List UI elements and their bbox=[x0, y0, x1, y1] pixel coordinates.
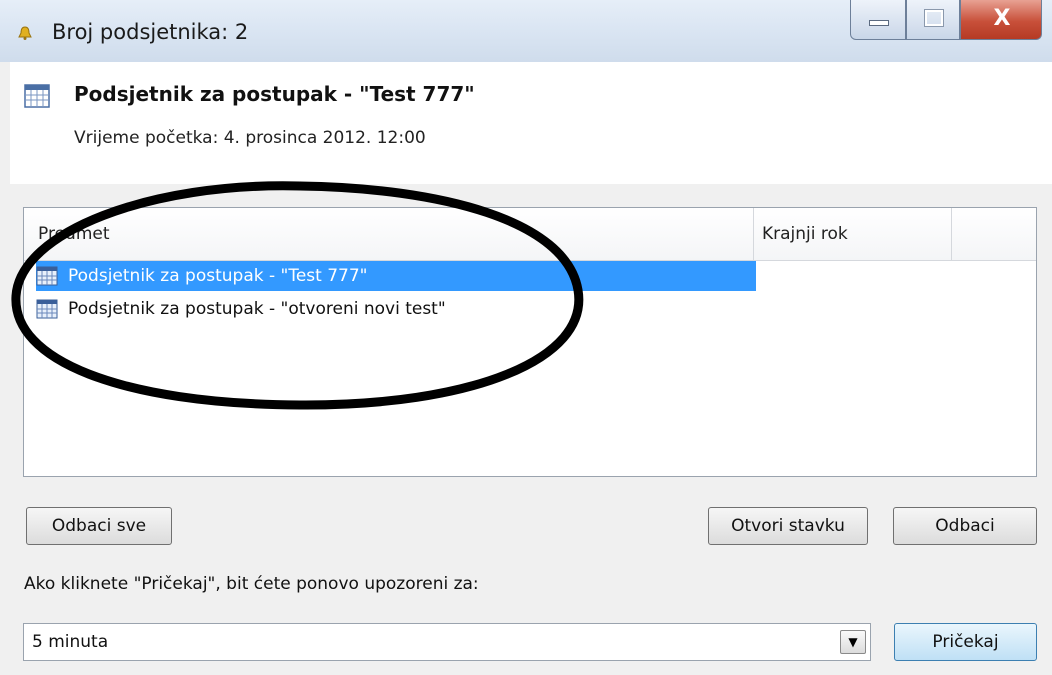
calendar-icon bbox=[36, 299, 58, 319]
calendar-icon bbox=[24, 84, 50, 108]
snooze-duration-select[interactable]: 5 minuta ▼ bbox=[23, 623, 871, 661]
reminder-title: Podsjetnik za postupak - "Test 777" bbox=[74, 82, 475, 106]
reminder-header: Podsjetnik za postupak - "Test 777" Vrij… bbox=[10, 62, 1052, 184]
start-time: Vrijeme početka: 4. prosinca 2012. 12:00 bbox=[74, 128, 426, 148]
bell-icon bbox=[18, 26, 32, 40]
open-item-button[interactable]: Otvori stavku bbox=[708, 507, 868, 545]
dismiss-all-button[interactable]: Odbaci sve bbox=[26, 507, 172, 545]
minimize-button[interactable] bbox=[850, 0, 906, 40]
reminder-list[interactable]: Predmet Krajnji rok Podsjetnik za postup… bbox=[23, 207, 1037, 477]
window-title: Broj podsjetnika: 2 bbox=[52, 20, 249, 44]
list-item-subject: Podsjetnik za postupak - "Test 777" bbox=[68, 266, 368, 286]
column-due[interactable]: Krajnji rok bbox=[754, 208, 952, 260]
list-item[interactable]: Podsjetnik za postupak - "Test 777" bbox=[36, 261, 756, 291]
list-item-subject: Podsjetnik za postupak - "otvoreni novi … bbox=[68, 299, 446, 319]
list-item[interactable]: Podsjetnik za postupak - "otvoreni novi … bbox=[36, 294, 756, 324]
column-subject[interactable]: Predmet bbox=[24, 208, 754, 260]
snooze-duration-value: 5 minuta bbox=[32, 632, 109, 652]
maximize-icon bbox=[924, 9, 944, 27]
dismiss-button[interactable]: Odbaci bbox=[893, 507, 1037, 545]
reminder-window: Broj podsjetnika: 2 X Podsjetnik za post… bbox=[0, 0, 1052, 675]
maximize-button[interactable] bbox=[906, 0, 960, 40]
minimize-icon bbox=[869, 20, 889, 26]
list-header: Predmet Krajnji rok bbox=[24, 208, 1036, 261]
snooze-button[interactable]: Pričekaj bbox=[894, 623, 1037, 661]
column-extra[interactable] bbox=[952, 208, 1036, 260]
title-bar[interactable]: Broj podsjetnika: 2 X bbox=[0, 0, 1052, 62]
chevron-down-icon[interactable]: ▼ bbox=[840, 630, 866, 654]
snooze-label: Ako kliknete "Pričekaj", bit ćete ponovo… bbox=[24, 574, 479, 594]
close-button[interactable]: X bbox=[960, 0, 1042, 40]
calendar-icon bbox=[36, 266, 58, 286]
close-icon: X bbox=[993, 6, 1011, 31]
